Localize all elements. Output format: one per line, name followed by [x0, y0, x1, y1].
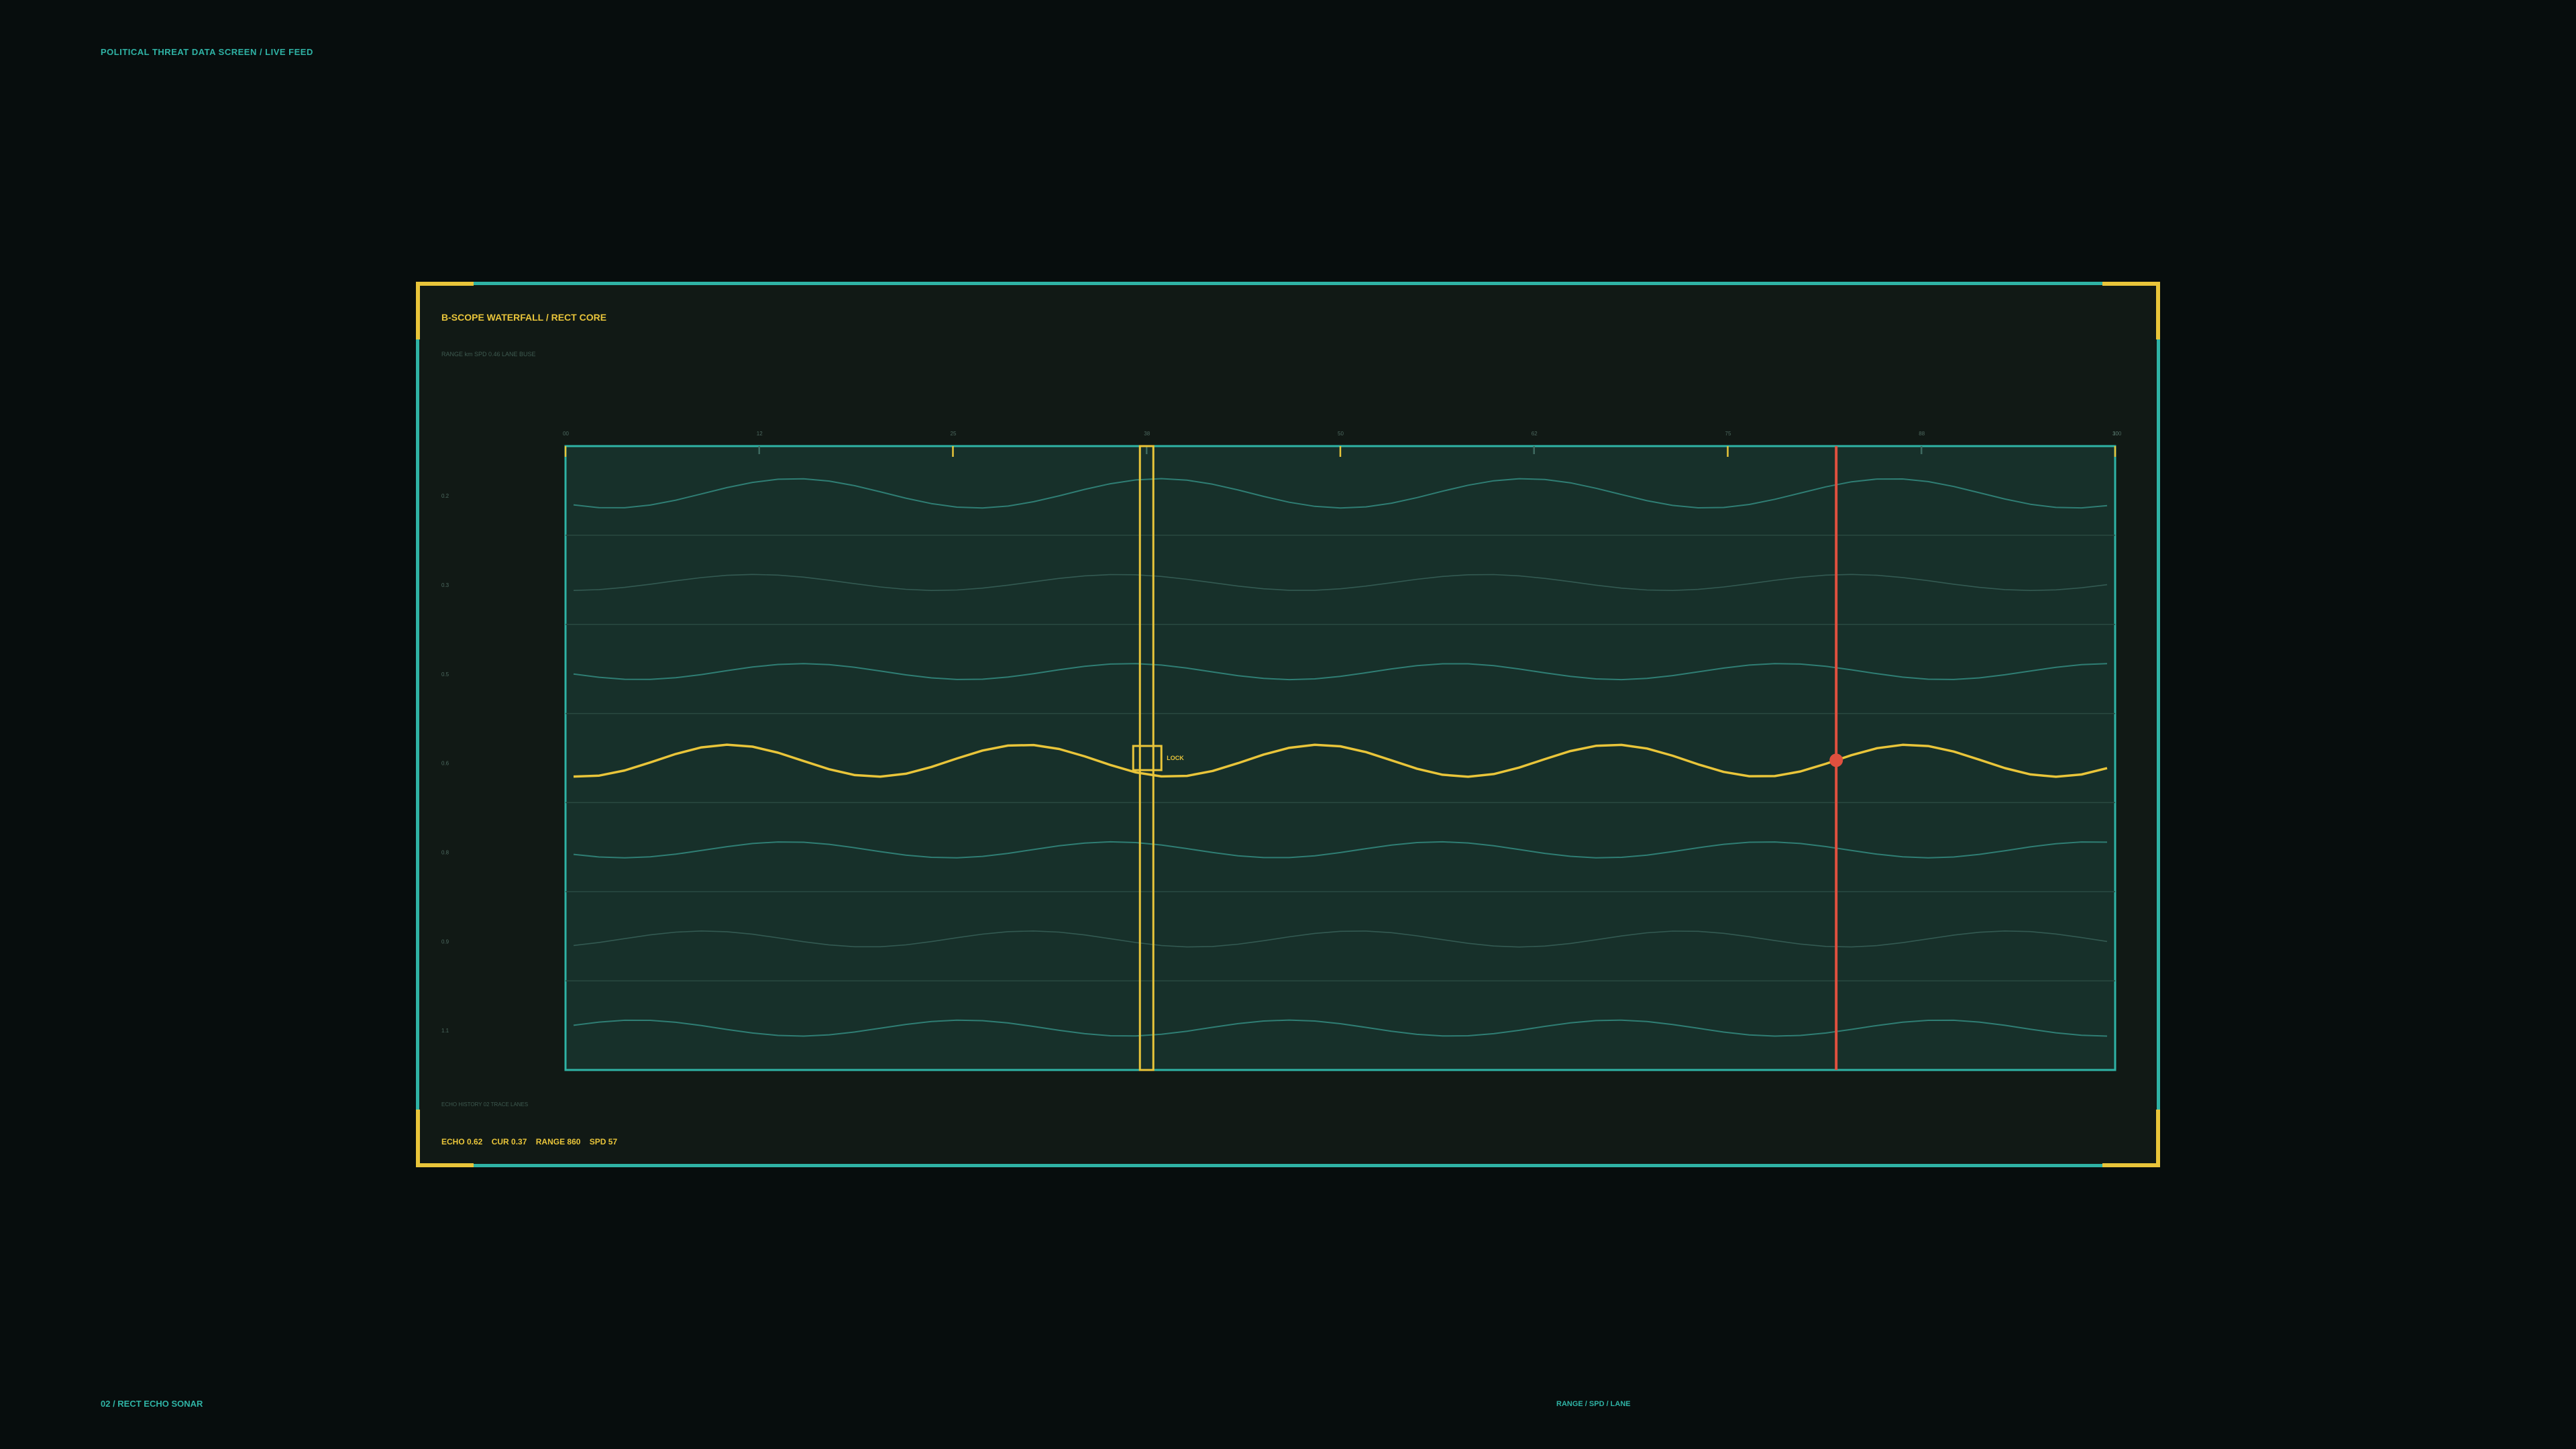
waterfall-panel: B-SCOPE WATERFALL / RECT CORE RANGE km S…: [416, 282, 2160, 1167]
x-tick-label: 38: [1144, 431, 1150, 437]
status-echo: ECHO 0.62: [441, 1137, 483, 1146]
status-spd: SPD 57: [589, 1137, 618, 1146]
cursor-marker-dot[interactable]: [1829, 753, 1843, 767]
status-readout: ECHO 0.62 CUR 0.37 RANGE 860 SPD 57: [441, 1137, 624, 1146]
panel-footer-note: ECHO HISTORY 02 TRACE LANES: [441, 1102, 529, 1108]
waterfall-chart[interactable]: 00 12 25 38 50 62 75 88 10030 0.20.30.50.60.80.9…: [419, 285, 2157, 1164]
status-range: RANGE 860: [535, 1137, 581, 1146]
y-lane-label: 0.2: [441, 493, 449, 499]
status-cur: CUR 0.37: [491, 1137, 527, 1146]
x-tick-label: 00: [563, 431, 569, 437]
x-tick-label: 25: [951, 431, 957, 437]
x-tick-label-extra: 30: [2112, 431, 2118, 437]
y-lane-label: 0.9: [441, 938, 449, 945]
y-lane-label: 0.8: [441, 849, 449, 855]
x-tick-label: 12: [757, 431, 763, 437]
screen: POLITICAL THREAT DATA SCREEN / LIVE FEED…: [0, 0, 2576, 1449]
y-lane-label: 0.3: [441, 582, 449, 588]
x-tick-label: 75: [1725, 431, 1731, 437]
y-lane-label: 0.6: [441, 761, 449, 767]
lock-label: LOCK: [1167, 755, 1184, 761]
footer-center-label: RANGE / SPD / LANE: [1556, 1400, 1631, 1408]
y-lane-label: 0.5: [441, 672, 449, 678]
y-lane-label: 1.1: [441, 1028, 449, 1034]
x-tick-label: 50: [1338, 431, 1344, 437]
footer-left-label: 02 / RECT ECHO SONAR: [101, 1399, 203, 1409]
screen-header-title: POLITICAL THREAT DATA SCREEN / LIVE FEED: [101, 47, 313, 57]
x-tick-label: 62: [1532, 431, 1538, 437]
x-tick-label: 88: [1919, 431, 1925, 437]
